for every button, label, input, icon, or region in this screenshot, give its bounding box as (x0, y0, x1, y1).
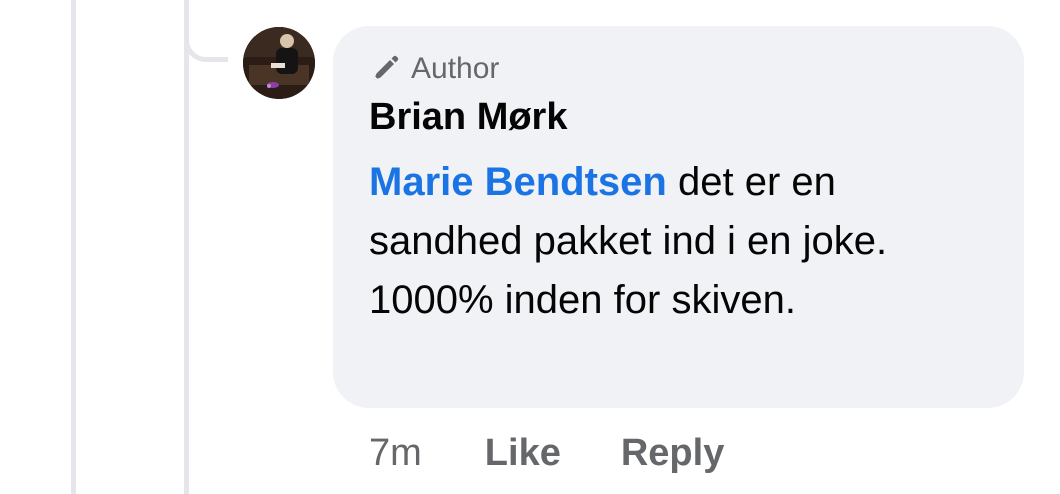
comment-timestamp[interactable]: 7m (369, 426, 422, 480)
thread-connector (184, 0, 228, 62)
mention-link[interactable]: Marie Bendtsen (369, 160, 667, 204)
avatar[interactable] (243, 27, 315, 99)
author-badge-label: Author (411, 52, 500, 85)
author-badge: Author (369, 50, 499, 88)
pencil-icon (369, 53, 401, 85)
comment-text: Marie Bendtsen det er en sandhed pakket … (369, 153, 979, 330)
thread-line-outer (71, 0, 76, 494)
thread-line-inner (184, 0, 189, 494)
comment-author-name[interactable]: Brian Mørk (369, 94, 567, 140)
comment-actions: 7m Like Reply (369, 426, 724, 480)
reply-button[interactable]: Reply (621, 426, 724, 480)
like-button[interactable]: Like (485, 426, 561, 480)
